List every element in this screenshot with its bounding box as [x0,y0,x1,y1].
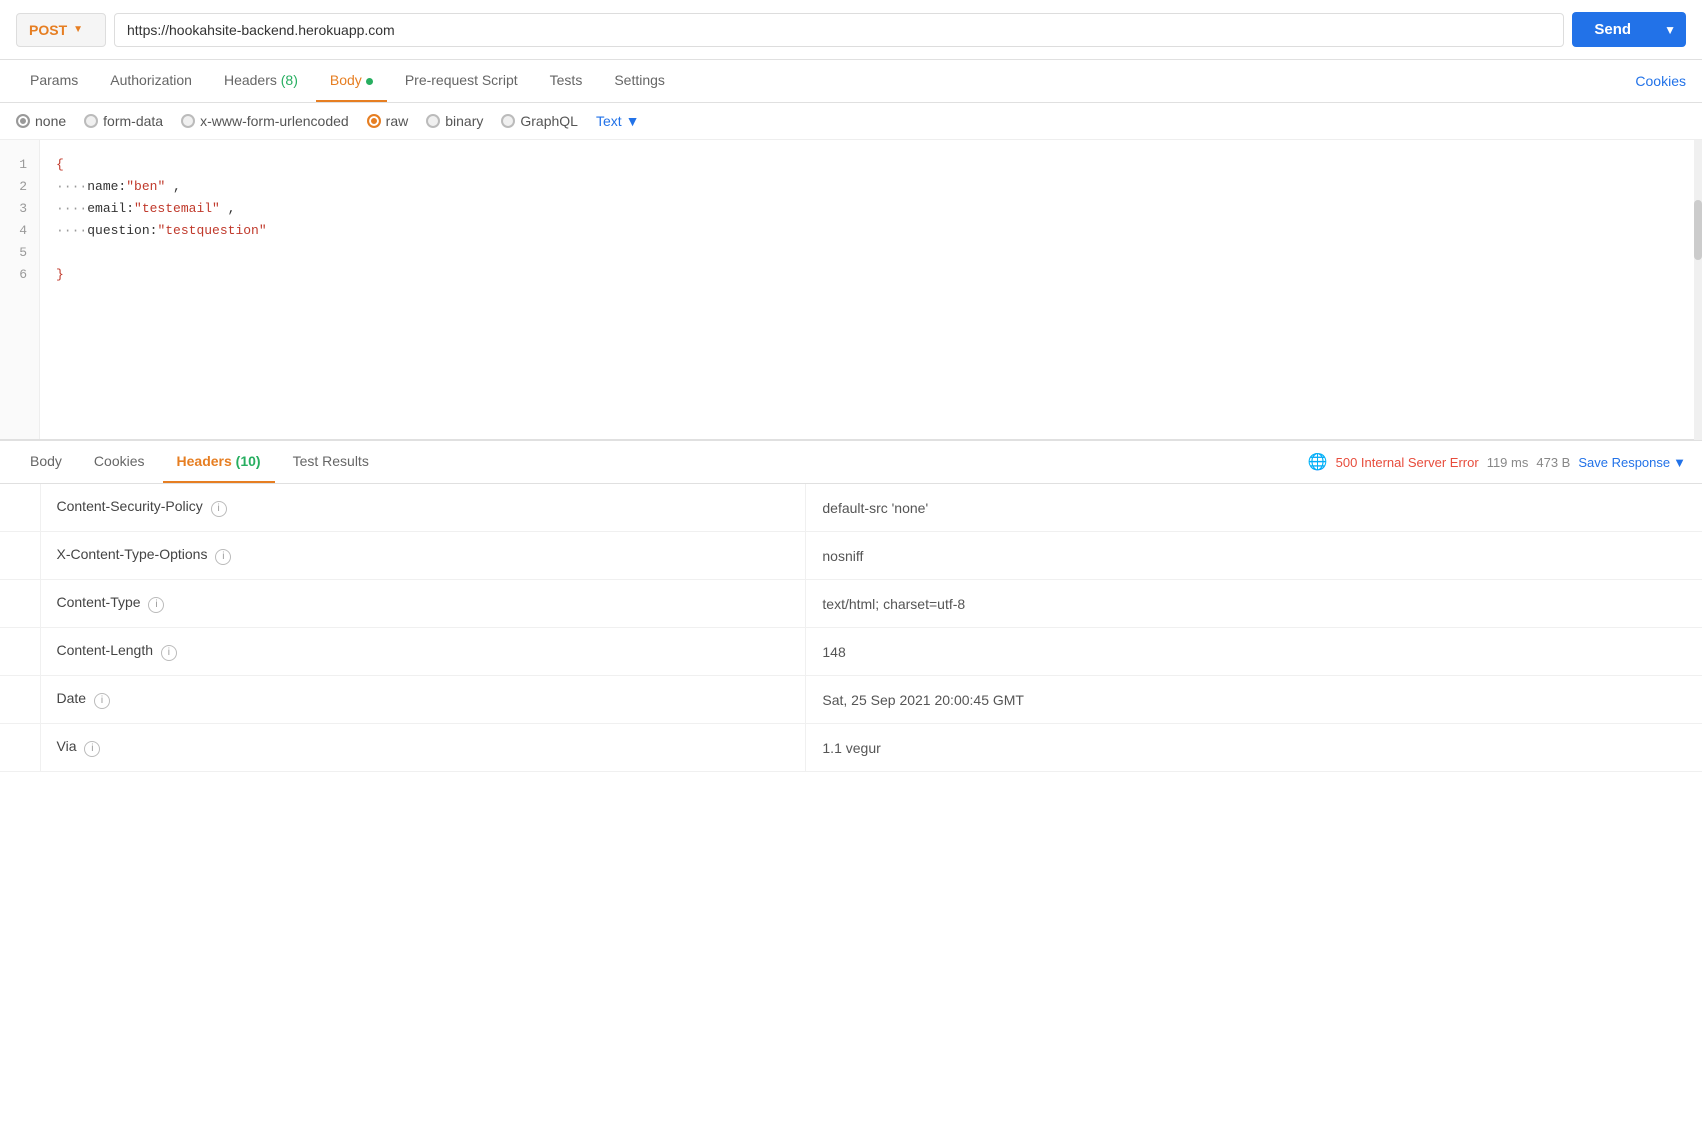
table-row: Content-Security-Policy i default-src 'n… [0,484,1702,532]
info-icon-0[interactable]: i [211,501,227,517]
top-bar: POST ▼ Send ▼ [0,0,1702,60]
info-icon-4[interactable]: i [94,693,110,709]
method-chevron-icon: ▼ [73,24,83,35]
line-numbers: 1 2 3 4 5 6 [0,140,40,439]
option-binary[interactable]: binary [426,113,483,129]
text-dropdown-chevron-icon: ▼ [626,113,640,129]
send-label: Send [1572,12,1653,47]
option-none[interactable]: none [16,113,66,129]
option-urlencoded[interactable]: x-www-form-urlencoded [181,113,349,129]
headers-table: Content-Security-Policy i default-src 'n… [0,484,1702,772]
code-editor[interactable]: 1 2 3 4 5 6 { ····name:"ben" , ····email… [0,140,1702,440]
text-dropdown[interactable]: Text ▼ [596,113,640,129]
header-name-3: Content-Length i [40,628,806,676]
body-dot [366,78,373,85]
row-checkbox-cell [0,628,40,676]
table-row: Content-Type i text/html; charset=utf-8 [0,580,1702,628]
header-value-2: text/html; charset=utf-8 [806,580,1702,628]
option-raw[interactable]: raw [367,113,409,129]
table-row: Content-Length i 148 [0,628,1702,676]
header-value-4: Sat, 25 Sep 2021 20:00:45 GMT [806,676,1702,724]
tab-params[interactable]: Params [16,60,92,102]
row-checkbox-cell [0,580,40,628]
radio-binary-icon [426,114,440,128]
editor-scrollbar-thumb[interactable] [1694,200,1702,260]
table-row: Date i Sat, 25 Sep 2021 20:00:45 GMT [0,676,1702,724]
tab-body[interactable]: Body [316,60,387,102]
radio-none-icon [16,114,30,128]
radio-raw-icon [367,114,381,128]
row-checkbox-cell [0,724,40,772]
line-num-4: 4 [12,220,27,242]
status-badge: 500 Internal Server Error [1336,455,1479,470]
body-options-bar: none form-data x-www-form-urlencoded raw… [0,103,1702,140]
radio-urlencoded-icon [181,114,195,128]
info-icon-3[interactable]: i [161,645,177,661]
response-tab-cookies[interactable]: Cookies [80,441,159,483]
tab-tests[interactable]: Tests [536,60,597,102]
response-tab-headers[interactable]: Headers (10) [163,441,275,483]
line-num-5: 5 [12,242,27,264]
table-row: Via i 1.1 vegur [0,724,1702,772]
code-body[interactable]: { ····name:"ben" , ····email:"testemail"… [40,140,1702,439]
header-value-1: nosniff [806,532,1702,580]
send-button[interactable]: Send ▼ [1572,12,1686,47]
save-response-button[interactable]: Save Response ▼ [1578,455,1686,470]
line-num-1: 1 [12,154,27,176]
method-selector[interactable]: POST ▼ [16,13,106,47]
header-name-4: Date i [40,676,806,724]
cookies-link[interactable]: Cookies [1635,61,1686,101]
send-arrow-icon[interactable]: ▼ [1654,14,1686,46]
option-form-data[interactable]: form-data [84,113,163,129]
header-name-2: Content-Type i [40,580,806,628]
response-tab-body[interactable]: Body [16,441,76,483]
response-tab-test-results[interactable]: Test Results [279,441,383,483]
editor-scrollbar-track [1694,140,1702,440]
table-row: X-Content-Type-Options i nosniff [0,532,1702,580]
row-checkbox-cell [0,676,40,724]
response-time: 119 ms [1487,455,1529,470]
line-num-3: 3 [12,198,27,220]
tab-headers[interactable]: Headers (8) [210,60,312,102]
tab-settings[interactable]: Settings [600,60,679,102]
line-num-6: 6 [12,264,27,286]
url-input[interactable] [114,13,1564,47]
row-checkbox-cell [0,532,40,580]
header-value-0: default-src 'none' [806,484,1702,532]
tab-pre-request-script[interactable]: Pre-request Script [391,60,532,102]
header-name-5: Via i [40,724,806,772]
method-label: POST [29,22,67,38]
editor-wrapper: 1 2 3 4 5 6 { ····name:"ben" , ····email… [0,140,1702,441]
info-icon-1[interactable]: i [215,549,231,565]
line-num-2: 2 [12,176,27,198]
response-tab-bar: Body Cookies Headers (10) Test Results 🌐… [0,441,1702,484]
info-icon-5[interactable]: i [84,741,100,757]
header-name-1: X-Content-Type-Options i [40,532,806,580]
request-tab-bar: Params Authorization Headers (8) Body Pr… [0,60,1702,103]
radio-graphql-icon [501,114,515,128]
header-name-0: Content-Security-Policy i [40,484,806,532]
row-checkbox-cell [0,484,40,532]
header-value-5: 1.1 vegur [806,724,1702,772]
save-response-chevron-icon: ▼ [1673,455,1686,470]
info-icon-2[interactable]: i [148,597,164,613]
radio-form-data-icon [84,114,98,128]
response-meta: 🌐 500 Internal Server Error 119 ms 473 B… [1308,452,1686,472]
response-size: 473 B [1536,455,1570,470]
globe-icon: 🌐 [1308,452,1328,472]
tab-authorization[interactable]: Authorization [96,60,206,102]
option-graphql[interactable]: GraphQL [501,113,578,129]
header-value-3: 148 [806,628,1702,676]
